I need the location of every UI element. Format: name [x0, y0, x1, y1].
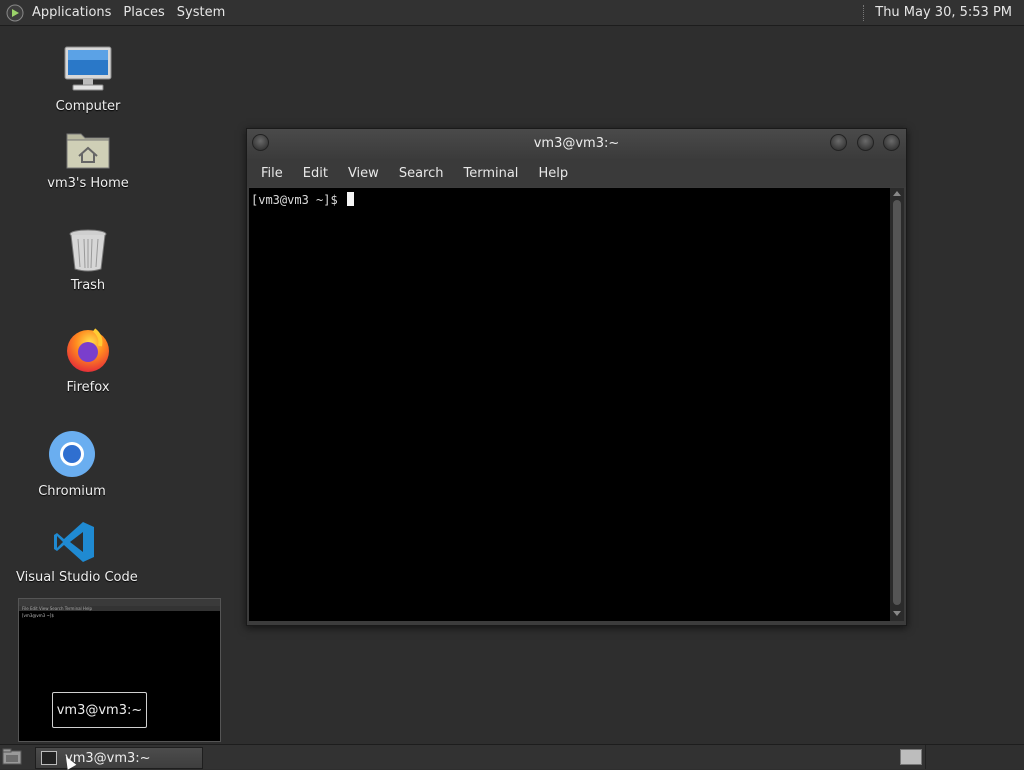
taskbar-label: vm3@vm3:~ [65, 750, 151, 766]
desktop-icon-label: Visual Studio Code [16, 570, 138, 585]
window-preview[interactable]: File Edit View Search Terminal Help [vm3… [18, 598, 221, 742]
desktop-icon-firefox[interactable]: Firefox [40, 326, 136, 395]
terminal-menubar: File Edit View Search Terminal Help [247, 159, 906, 187]
scroll-down-arrow-icon[interactable] [893, 611, 901, 616]
desktop-icon-label: Computer [55, 99, 121, 114]
window-titlebar[interactable]: vm3@vm3:~ [247, 129, 906, 159]
menu-applications[interactable]: Applications [26, 5, 117, 20]
preview-titlebar [19, 599, 220, 606]
desktop-icon-vscode[interactable]: Visual Studio Code [16, 520, 138, 585]
menu-edit[interactable]: Edit [293, 166, 338, 181]
gnome-foot-icon[interactable] [6, 4, 24, 22]
menu-terminal[interactable]: Terminal [453, 166, 528, 181]
workspace-switcher[interactable] [900, 749, 922, 765]
top-menu: Applications Places System [6, 0, 231, 25]
desktop-icon-trash[interactable]: Trash [40, 228, 136, 293]
terminal-scrollbar[interactable] [890, 188, 904, 621]
menu-file[interactable]: File [251, 166, 293, 181]
minimize-button[interactable] [830, 134, 847, 151]
terminal-content[interactable]: [vm3@vm3 ~]$ [249, 188, 890, 621]
window-title: vm3@vm3:~ [533, 136, 620, 151]
desktop-icon-chromium[interactable]: Chromium [24, 430, 120, 499]
computer-icon [64, 46, 112, 91]
trash-icon [69, 229, 107, 272]
scroll-up-arrow-icon[interactable] [893, 191, 901, 196]
close-button[interactable] [883, 134, 900, 151]
desktop-icon-home[interactable]: vm3's Home [40, 128, 136, 191]
top-panel: Applications Places System Thu May 30, 5… [0, 0, 1024, 26]
preview-label: vm3@vm3:~ [52, 692, 147, 728]
terminal-line: [vm3@vm3 ~]$ [251, 192, 354, 207]
workspace-area [925, 745, 1024, 769]
menu-places[interactable]: Places [117, 5, 170, 20]
menu-help[interactable]: Help [528, 166, 578, 181]
preview-prompt: [vm3@vm3 ~]$ [22, 613, 54, 618]
taskbar-button-terminal[interactable]: vm3@vm3:~ [35, 747, 203, 769]
show-desktop-icon[interactable] [2, 748, 22, 765]
scrollbar-thumb[interactable] [893, 200, 901, 605]
terminal-prompt: [vm3@vm3 ~]$ [251, 193, 345, 207]
firefox-icon [67, 328, 109, 372]
terminal-cursor [346, 192, 354, 206]
maximize-button[interactable] [857, 134, 874, 151]
panel-handle [863, 4, 867, 21]
home-folder-icon [66, 133, 110, 169]
desktop-icon-computer[interactable]: Computer [40, 45, 136, 114]
vscode-icon [54, 522, 94, 562]
desktop-icon-label: Chromium [38, 484, 106, 499]
menu-system[interactable]: System [171, 5, 231, 20]
clock[interactable]: Thu May 30, 5:53 PM [875, 5, 1024, 20]
bottom-panel: vm3@vm3:~ [0, 744, 1024, 769]
chromium-icon [49, 431, 95, 477]
desktop-icon-label: vm3's Home [47, 176, 129, 191]
menu-search[interactable]: Search [389, 166, 454, 181]
terminal-window[interactable]: vm3@vm3:~ File Edit View Search Terminal… [246, 128, 907, 626]
menu-view[interactable]: View [338, 166, 389, 181]
desktop-icon-label: Trash [70, 278, 106, 293]
desktop-icon-label: Firefox [66, 380, 110, 395]
terminal-icon [41, 751, 57, 765]
top-panel-right: Thu May 30, 5:53 PM [863, 0, 1024, 25]
